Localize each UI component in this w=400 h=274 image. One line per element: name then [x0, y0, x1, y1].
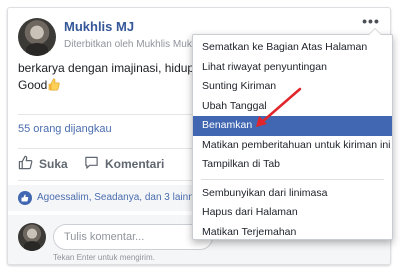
- comment-button[interactable]: Komentari: [84, 154, 164, 174]
- menu-item-turn-off-translation[interactable]: Matikan Terjemahan: [193, 223, 392, 243]
- author-avatar[interactable]: [18, 18, 56, 56]
- post-text-line-1: berkarya dengan imajinasi, hidupk: [18, 61, 201, 75]
- post-meta-text: Diterbitkan oleh Mukhlis Mukhlis: [64, 39, 207, 50]
- menu-item-edit-post[interactable]: Sunting Kiriman: [193, 77, 392, 97]
- post-meta: Diterbitkan oleh Mukhlis Mukhlis: [64, 39, 207, 50]
- menu-item-bury[interactable]: Benamkan: [193, 116, 392, 136]
- post-options-menu: Sematkan ke Bagian Atas Halaman Lihat ri…: [192, 28, 393, 243]
- like-badge-icon: [18, 191, 32, 205]
- reactions-text[interactable]: Agoessalim, Seadanya, dan 3 lainnya: [37, 192, 204, 203]
- menu-item-edit-history[interactable]: Lihat riwayat penyuntingan: [193, 58, 392, 78]
- reach-count[interactable]: 55 orang dijangkau: [18, 123, 112, 135]
- menu-item-hide-from-timeline[interactable]: Sembunyikan dari linimasa: [193, 184, 392, 204]
- comment-bubble-icon: [84, 155, 99, 173]
- menu-item-show-in-tab[interactable]: Tampilkan di Tab: [193, 155, 392, 175]
- menu-item-mute-notifications[interactable]: Matikan pemberitahuan untuk kiriman ini: [193, 136, 392, 156]
- menu-item-change-date[interactable]: Ubah Tanggal: [193, 97, 392, 117]
- like-label: Suka: [39, 157, 68, 171]
- post-text-line-2-text: Good: [18, 78, 48, 92]
- thumbs-up-emoji-icon: [47, 78, 60, 96]
- more-dots-icon: •••: [362, 13, 380, 29]
- menu-separator: [201, 178, 384, 180]
- author-name[interactable]: Mukhlis MJ: [64, 19, 134, 34]
- enter-hint: Tekan Enter untuk mengirim.: [53, 253, 155, 262]
- menu-item-pin[interactable]: Sematkan ke Bagian Atas Halaman: [193, 38, 392, 58]
- post-text-line-2: Good: [18, 77, 218, 96]
- comment-label: Komentari: [105, 157, 165, 171]
- post-text: berkarya dengan imajinasi, hidupk Good: [18, 60, 218, 96]
- thumbs-up-icon: [18, 155, 33, 173]
- like-button[interactable]: Suka: [18, 154, 68, 174]
- menu-item-delete-from-page[interactable]: Hapus dari Halaman: [193, 203, 392, 223]
- commenter-avatar: [18, 223, 46, 251]
- comment-input[interactable]: [53, 224, 213, 250]
